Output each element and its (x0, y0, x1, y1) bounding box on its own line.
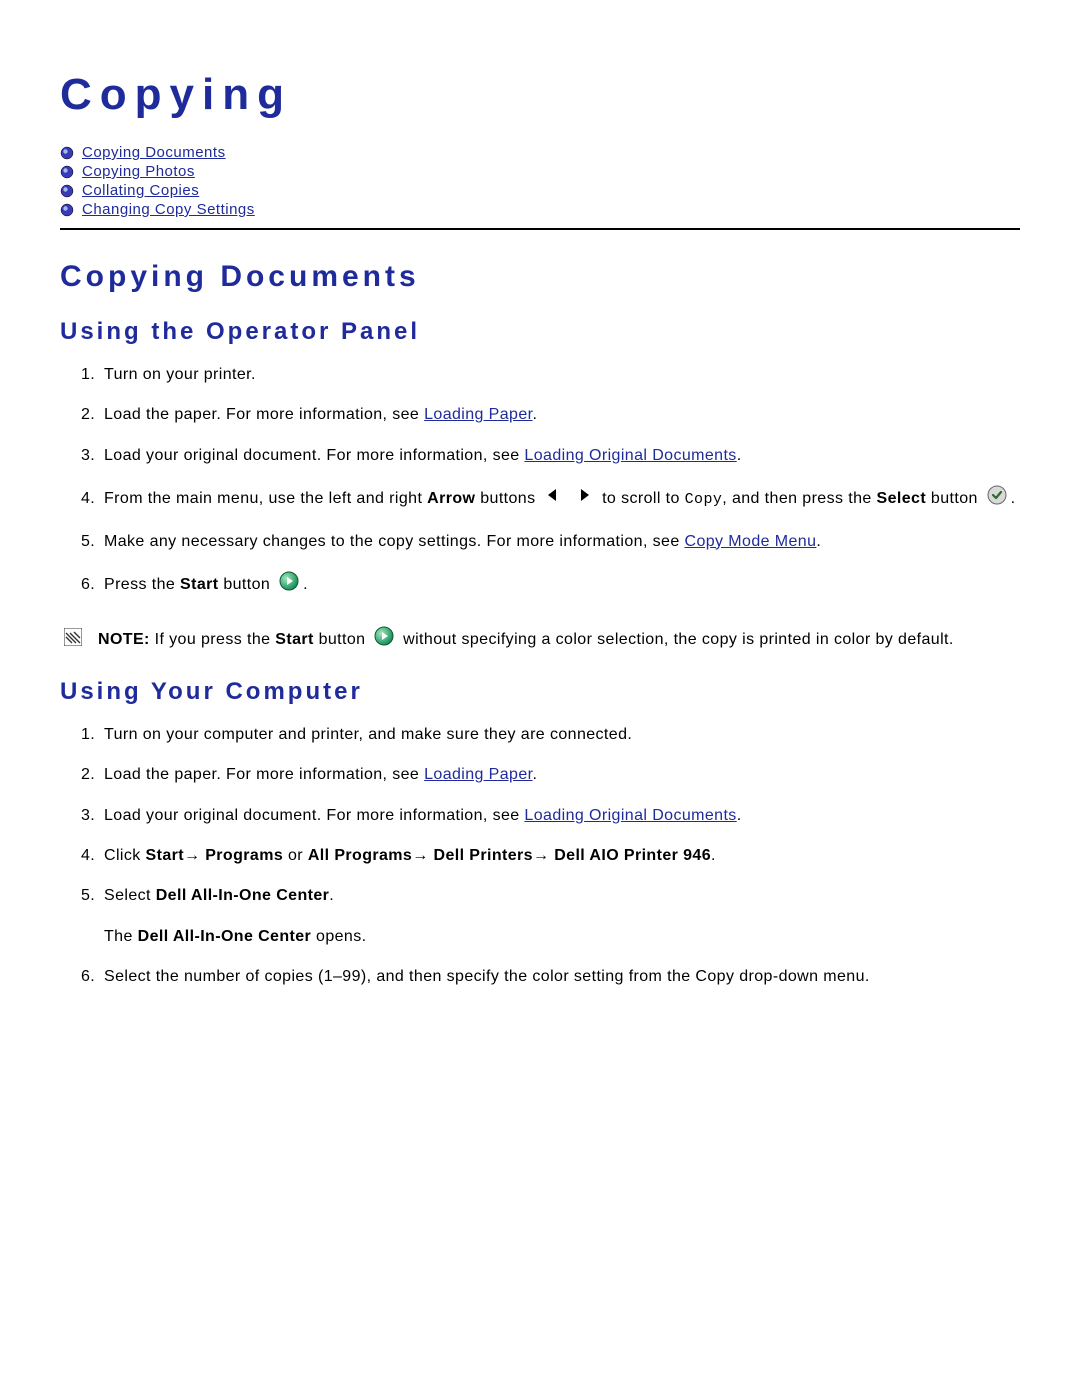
bullet-icon (60, 146, 74, 160)
section-title-copying-documents: Copying Documents (60, 260, 1020, 294)
bullet-icon (60, 184, 74, 198)
arrow: → (533, 847, 554, 864)
step-text: The (104, 928, 138, 945)
page-body: Copying Copying Documents Copying Photos… (0, 0, 1080, 1066)
step-text: . (816, 533, 821, 550)
note-bold: Start (275, 631, 313, 648)
step: Make any necessary changes to the copy s… (100, 531, 1020, 553)
step-bold: Arrow (427, 490, 475, 507)
step-text: Click (104, 847, 146, 864)
arrow-left-icon (544, 486, 562, 511)
step: Turn on your printer. (100, 364, 1020, 386)
note-part: If you press the (155, 631, 276, 648)
step: Click Start→ Programs or All Programs→ D… (100, 845, 1020, 867)
step-text: . (533, 406, 538, 423)
toc-item: Copying Documents (60, 144, 1020, 161)
step-text: . (737, 807, 742, 824)
step-text: buttons (475, 490, 540, 507)
step-text: . (737, 447, 742, 464)
arrow: → (412, 847, 433, 864)
step-text: Load your original document. For more in… (104, 447, 524, 464)
toc-item: Copying Photos (60, 163, 1020, 180)
link-loading-original-documents[interactable]: Loading Original Documents (524, 447, 736, 464)
step-text: . (533, 766, 538, 783)
step: From the main menu, use the left and rig… (100, 485, 1020, 512)
step-text: Load the paper. For more information, se… (104, 766, 424, 783)
start-button-icon (374, 626, 394, 653)
step-bold: Dell All-In-One Center (156, 887, 330, 904)
step-text: Turn on your printer. (104, 366, 256, 383)
bullet-icon (60, 203, 74, 217)
step: Press the Start button . (100, 571, 1020, 598)
note-text: NOTE: If you press the Start button with… (98, 626, 954, 653)
steps-using-computer: Turn on your computer and printer, and m… (60, 724, 1020, 989)
step-text: From the main menu, use the left and rig… (104, 490, 427, 507)
toc-link-collating-copies[interactable]: Collating Copies (82, 182, 199, 199)
step-text: . (329, 887, 334, 904)
step-mono: Copy (685, 491, 723, 508)
step-text: button (926, 490, 983, 507)
step-bold: Select (877, 490, 927, 507)
link-loading-paper[interactable]: Loading Paper (424, 406, 532, 423)
start-button-icon (279, 571, 299, 598)
subsection-title-using-computer: Using Your Computer (60, 678, 1020, 706)
step-text: Make any necessary changes to the copy s… (104, 533, 685, 550)
link-loading-paper[interactable]: Loading Paper (424, 766, 532, 783)
note-part: button (314, 631, 371, 648)
step-text: Load the paper. For more information, se… (104, 406, 424, 423)
step-bold: Dell AIO Printer 946 (554, 847, 711, 864)
step: Load your original document. For more in… (100, 445, 1020, 467)
toc-link-copying-photos[interactable]: Copying Photos (82, 163, 195, 180)
table-of-contents: Copying Documents Copying Photos Collati… (60, 144, 1020, 218)
step-text: , and then press the (722, 490, 876, 507)
link-copy-mode-menu[interactable]: Copy Mode Menu (685, 533, 817, 550)
toc-link-changing-copy-settings[interactable]: Changing Copy Settings (82, 201, 255, 218)
subsection-title-operator-panel: Using the Operator Panel (60, 318, 1020, 346)
step-text: opens. (311, 928, 366, 945)
step: Load the paper. For more information, se… (100, 764, 1020, 786)
note-icon (64, 628, 82, 646)
step-bold: All Programs (308, 847, 412, 864)
note-part: without specifying a color selection, th… (398, 631, 953, 648)
step-text: Select (104, 887, 156, 904)
step: Turn on your computer and printer, and m… (100, 724, 1020, 746)
horizontal-rule (60, 228, 1020, 230)
step-bold: Dell Printers (433, 847, 532, 864)
toc-item: Collating Copies (60, 182, 1020, 199)
link-loading-original-documents[interactable]: Loading Original Documents (524, 807, 736, 824)
step-bold: Start (146, 847, 184, 864)
bullet-icon (60, 165, 74, 179)
page-title: Copying (60, 70, 1020, 120)
step-text: Select the number of copies (1–99), and … (104, 968, 870, 985)
note-lead: NOTE: (98, 631, 155, 648)
step: Select the number of copies (1–99), and … (100, 966, 1020, 988)
step-bold: Programs (205, 847, 283, 864)
select-button-icon (987, 485, 1007, 512)
step-text: . (303, 576, 308, 593)
step: Select Dell All-In-One Center. The Dell … (100, 885, 1020, 948)
step: Load the paper. For more information, se… (100, 404, 1020, 426)
step-sub-text: The Dell All-In-One Center opens. (104, 926, 1020, 948)
step-text: Press the (104, 576, 180, 593)
arrow: → (184, 847, 205, 864)
step-text: button (218, 576, 275, 593)
step-text: Turn on your computer and printer, and m… (104, 726, 632, 743)
step-text: or (283, 847, 308, 864)
step-text: . (711, 847, 716, 864)
toc-item: Changing Copy Settings (60, 201, 1020, 218)
step-text: Load your original document. For more in… (104, 807, 524, 824)
step-bold: Start (180, 576, 218, 593)
arrow-right-icon (575, 486, 593, 511)
step-text: . (1011, 490, 1016, 507)
step-bold: Dell All-In-One Center (138, 928, 312, 945)
step-text: to scroll to (602, 490, 685, 507)
toc-link-copying-documents[interactable]: Copying Documents (82, 144, 226, 161)
steps-operator-panel: Turn on your printer. Load the paper. Fo… (60, 364, 1020, 598)
note: NOTE: If you press the Start button with… (60, 626, 1020, 653)
step: Load your original document. For more in… (100, 805, 1020, 827)
